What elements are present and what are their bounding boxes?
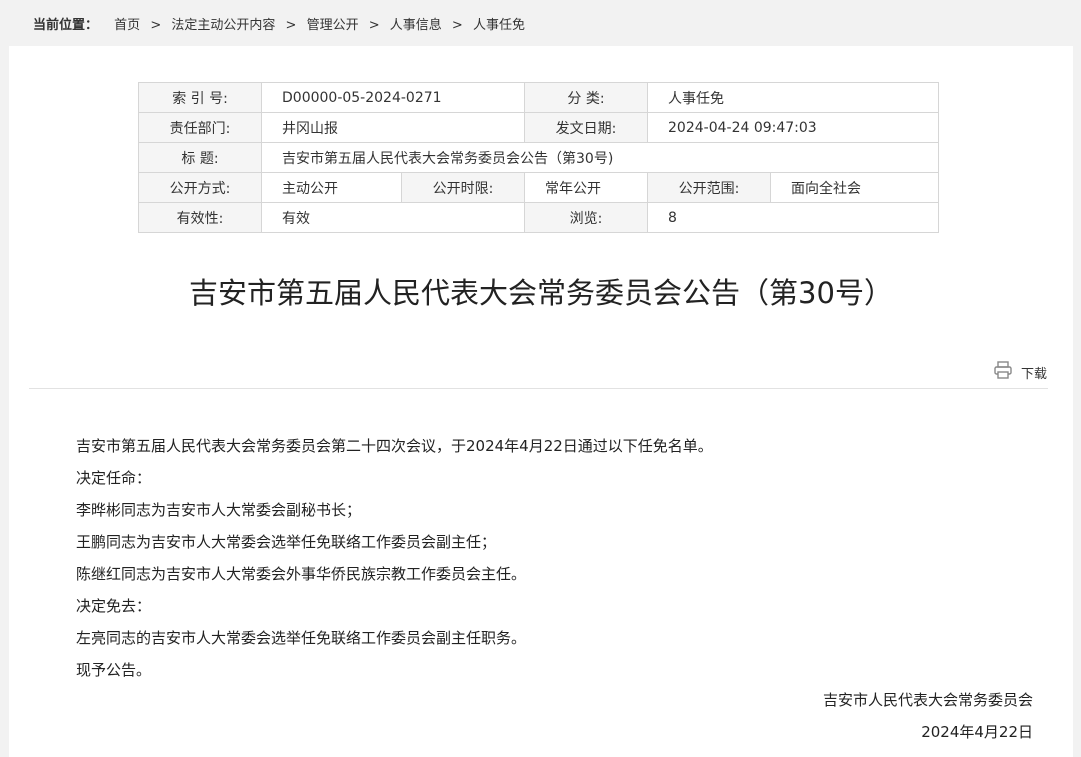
breadcrumb-home-link[interactable]: 首页 — [114, 18, 140, 33]
disclosure-period-label: 公开时限: — [400, 172, 526, 203]
metadata-row: 公开方式: 主动公开 公开时限: 常年公开 公开范围: 面向全社会 — [138, 172, 940, 203]
body-paragraph: 李晔彬同志为吉安市人大常委会副秘书长； — [76, 501, 362, 519]
signature-date: 2024年4月22日 — [921, 723, 1033, 741]
index-number-label: 索 引 号: — [138, 82, 262, 113]
divider — [29, 388, 1048, 389]
department-label: 责任部门: — [138, 112, 262, 143]
breadcrumb-separator: > — [451, 18, 463, 33]
validity-value: 有效 — [260, 202, 526, 233]
download-button[interactable]: 下载 — [993, 360, 1047, 384]
metadata-row: 标 题: 吉安市第五届人民代表大会常务委员会公告（第30号) — [138, 142, 940, 173]
content-panel: 索 引 号: D00000-05-2024-0271 分 类: 人事任免 责任部… — [9, 46, 1073, 757]
signature-org: 吉安市人民代表大会常务委员会 — [822, 691, 1033, 709]
issue-date-value: 2024-04-24 09:47:03 — [647, 112, 940, 143]
disclosure-period-value: 常年公开 — [524, 172, 649, 203]
download-label: 下载 — [1020, 366, 1047, 382]
metadata-row: 责任部门: 井冈山报 发文日期: 2024-04-24 09:47:03 — [138, 112, 940, 143]
breadcrumb-disclosure-link[interactable]: 法定主动公开内容 — [171, 18, 275, 33]
breadcrumb-separator: > — [368, 18, 380, 33]
metadata-row: 索 引 号: D00000-05-2024-0271 分 类: 人事任免 — [138, 82, 940, 113]
body-paragraph: 吉安市第五届人民代表大会常务委员会第二十四次会议，于2024年4月22日通过以下… — [76, 437, 713, 455]
metadata-table: 索 引 号: D00000-05-2024-0271 分 类: 人事任免 责任部… — [138, 82, 940, 233]
breadcrumb: 当前位置： 首页 > 法定主动公开内容 > 管理公开 > 人事信息 > 人事任免 — [33, 14, 525, 33]
disclosure-mode-value: 主动公开 — [261, 172, 402, 203]
views-label: 浏览: — [524, 202, 649, 233]
printer-icon — [993, 360, 1021, 384]
body-paragraph: 决定任命： — [76, 469, 152, 487]
views-value: 8 — [647, 202, 940, 233]
index-number-value: D00000-05-2024-0271 — [260, 82, 526, 113]
breadcrumb-personnel-info-link[interactable]: 人事信息 — [390, 18, 442, 33]
body-paragraph: 左亮同志的吉安市人大常委会选举任免联络工作委员会副主任职务。 — [76, 629, 527, 647]
category-label: 分 类: — [524, 82, 649, 113]
breadcrumb-separator: > — [285, 18, 297, 33]
breadcrumb-appointments-link[interactable]: 人事任免 — [473, 18, 525, 33]
department-value: 井冈山报 — [260, 112, 526, 143]
breadcrumb-management-link[interactable]: 管理公开 — [307, 18, 359, 33]
disclosure-scope-value: 面向全社会 — [770, 172, 940, 203]
breadcrumb-label: 当前位置： — [33, 18, 99, 33]
article-body: 吉安市第五届人民代表大会常务委员会第二十四次会议，于2024年4月22日通过以下… — [76, 430, 1036, 686]
metadata-row: 有效性: 有效 浏览: 8 — [138, 202, 940, 233]
breadcrumb-separator: > — [150, 18, 162, 33]
article-title: 吉安市第五届人民代表大会常务委员会公告（第30号） — [189, 276, 893, 310]
category-value: 人事任免 — [647, 82, 940, 113]
body-paragraph: 决定免去： — [76, 597, 152, 615]
signature-block: 吉安市人民代表大会常务委员会 2024年4月22日 — [823, 684, 1033, 748]
disclosure-scope-label: 公开范围: — [647, 172, 772, 203]
issue-date-label: 发文日期: — [524, 112, 649, 143]
title-label: 标 题: — [138, 142, 262, 173]
body-paragraph: 陈继红同志为吉安市人大常委会外事华侨民族宗教工作委员会主任。 — [76, 565, 527, 583]
validity-label: 有效性: — [138, 202, 262, 233]
title-value: 吉安市第五届人民代表大会常务委员会公告（第30号) — [260, 142, 940, 173]
body-paragraph: 王鹏同志为吉安市人大常委会选举任免联络工作委员会副主任； — [76, 533, 497, 551]
disclosure-mode-label: 公开方式: — [138, 172, 262, 203]
body-paragraph: 现予公告。 — [76, 661, 152, 679]
